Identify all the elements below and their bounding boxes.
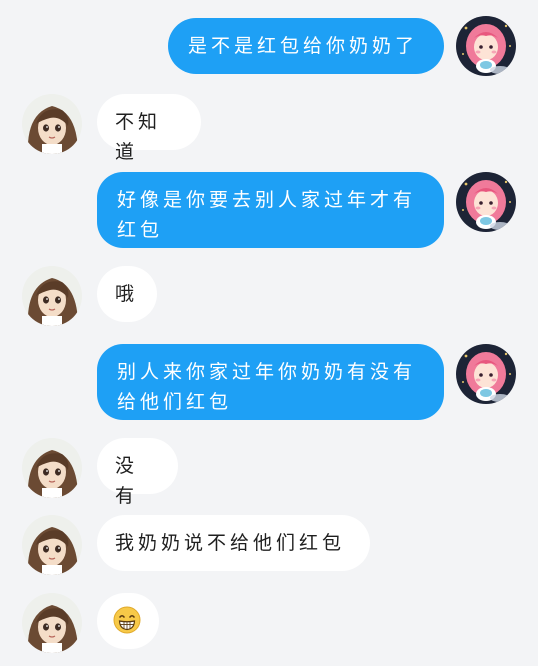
my-avatar[interactable] [456, 344, 516, 404]
message-text: 好像是你要去别人家过年才有红包 [117, 189, 417, 241]
contact-avatar[interactable] [22, 438, 82, 498]
message-bubble-outgoing[interactable]: 是不是红包给你奶奶了 [168, 18, 444, 74]
message-text: 我奶奶说不给他们红包 [115, 532, 346, 554]
my-avatar[interactable] [456, 16, 516, 76]
message-bubble-incoming[interactable]: 哦 [97, 266, 157, 322]
chat-conversation: 是不是红包给你奶奶了 不知道 好像是你要去别人家过年才有红包 哦 别人来你家过年… [0, 0, 538, 666]
message-text: 是不是红包给你奶奶了 [188, 35, 419, 57]
message-text: 没有 [115, 455, 139, 507]
contact-avatar[interactable] [22, 515, 82, 575]
message-bubble-incoming[interactable]: 我奶奶说不给他们红包 [97, 515, 370, 571]
message-bubble-outgoing[interactable]: 好像是你要去别人家过年才有红包 [97, 172, 444, 248]
grinning-face-emoji-icon [113, 606, 141, 643]
message-text: 别人来你家过年你奶奶有没有给他们红包 [117, 361, 417, 413]
my-avatar[interactable] [456, 172, 516, 232]
message-text: 不知道 [115, 111, 162, 163]
message-bubble-incoming[interactable]: 不知道 [97, 94, 201, 163]
message-bubble-outgoing[interactable]: 别人来你家过年你奶奶有没有给他们红包 [97, 344, 444, 420]
message-bubble-incoming[interactable]: 没有 [97, 438, 178, 507]
message-text: 哦 [115, 283, 139, 305]
message-bubble-incoming[interactable] [97, 593, 159, 649]
contact-avatar[interactable] [22, 266, 82, 326]
contact-avatar[interactable] [22, 593, 82, 653]
contact-avatar[interactable] [22, 94, 82, 154]
